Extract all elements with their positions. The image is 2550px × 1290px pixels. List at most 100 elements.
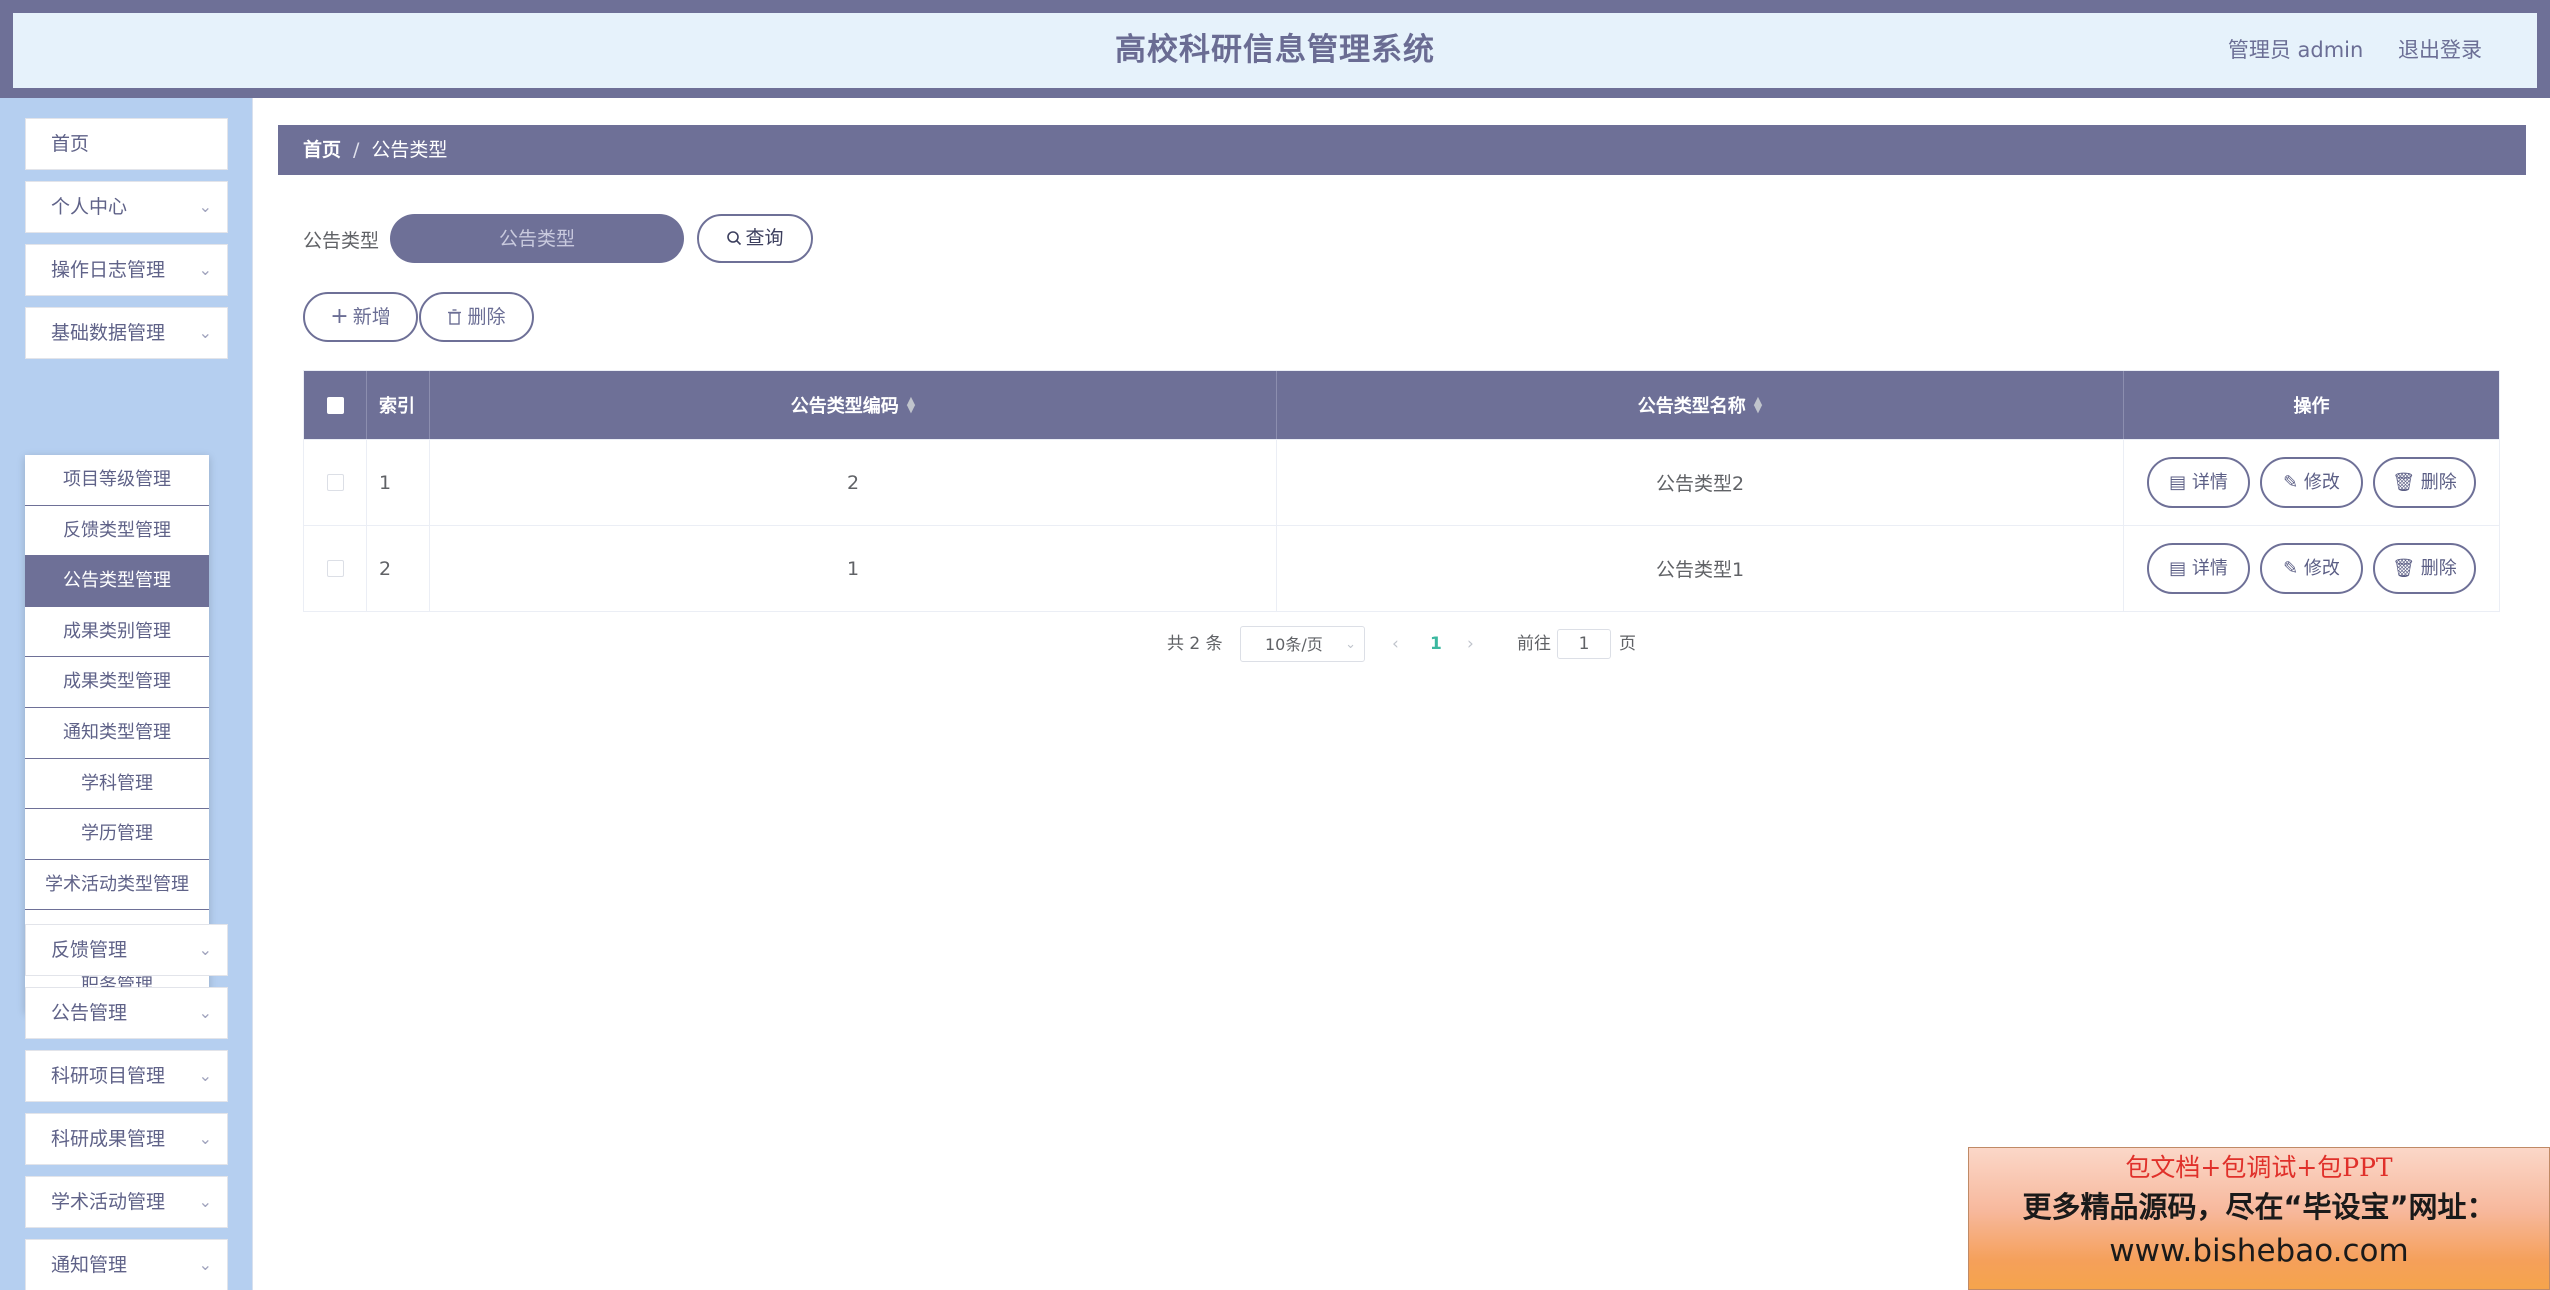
cell-code: 1 xyxy=(430,526,1277,611)
detail-button[interactable]: ▤ 详情 xyxy=(2147,543,2250,594)
sidebar: 首页 个人中心 ⌄ 操作日志管理 ⌄ 基础数据管理 ⌄ 项目等级管理 反馈类型管… xyxy=(0,98,253,1290)
document-icon: ▤ xyxy=(2169,558,2192,579)
sidebar-item-label: 操作日志管理 xyxy=(51,259,166,281)
chevron-down-icon: ⌄ xyxy=(198,260,212,279)
delete-button[interactable]: 🗑 删除 xyxy=(2373,457,2476,508)
column-header-ops: 操作 xyxy=(2293,396,2330,417)
detail-button-label: 详情 xyxy=(2191,558,2228,579)
next-page-icon[interactable]: › xyxy=(1467,626,1474,662)
header-user-area: 管理员 admin 退出登录 xyxy=(2200,13,2482,88)
table-row: 2 1 公告类型1 ▤ 详情 ✎ 修改 🗑 删除 xyxy=(304,525,2499,611)
sidebar-item-feedback[interactable]: 反馈管理 ⌄ xyxy=(25,924,228,976)
column-header-index: 索引 xyxy=(367,371,430,439)
sidebar-item-label: 个人中心 xyxy=(51,196,128,218)
chevron-down-icon: ⌄ xyxy=(1345,637,1356,652)
cell-code: 2 xyxy=(430,440,1277,525)
sidebar-item-notice[interactable]: 公告管理 ⌄ xyxy=(25,987,228,1039)
plus-icon: + xyxy=(330,304,349,329)
page-number-current[interactable]: 1 xyxy=(1430,626,1442,662)
breadcrumb-home[interactable]: 首页 xyxy=(303,139,341,161)
edit-button-label: 修改 xyxy=(2303,558,2340,579)
goto-page-input[interactable]: 1 xyxy=(1557,629,1611,659)
add-button-label: 新增 xyxy=(352,306,391,328)
table-row: 1 2 公告类型2 ▤ 详情 ✎ 修改 🗑 删除 xyxy=(304,439,2499,525)
table-header: 索引 公告类型编码 ▲ ▼ 公告类型名称 ▲ ▼ 操作 xyxy=(304,371,2499,439)
submenu-item-achievement-category[interactable]: 成果类别管理 xyxy=(25,607,209,658)
select-all-checkbox[interactable] xyxy=(326,396,344,414)
batch-delete-button[interactable]: 删除 xyxy=(419,292,534,342)
cell-actions: ▤ 详情 ✎ 修改 🗑 删除 xyxy=(2124,526,2499,611)
trash-icon: 🗑 xyxy=(2392,472,2421,493)
trash-icon: 🗑 xyxy=(2392,558,2421,579)
top-header: 高校科研信息管理系统 管理员 admin 退出登录 xyxy=(0,0,2550,98)
chevron-down-icon: ⌄ xyxy=(198,1003,212,1022)
sort-icon[interactable]: ▲ ▼ xyxy=(1754,395,1762,414)
submenu-item-notification-type[interactable]: 通知类型管理 xyxy=(25,708,209,759)
notice-type-search-input[interactable] xyxy=(390,214,684,263)
batch-delete-label: 删除 xyxy=(467,306,506,328)
sidebar-item-research-project[interactable]: 科研项目管理 ⌄ xyxy=(25,1050,228,1102)
row-checkbox[interactable] xyxy=(326,474,344,491)
page-size-value: 10条/页 xyxy=(1265,635,1323,654)
delete-button-label: 删除 xyxy=(2420,558,2457,579)
cell-name: 公告类型1 xyxy=(1277,526,2124,611)
chevron-down-icon: ⌄ xyxy=(198,940,212,959)
promo-line-2: 更多精品源码，尽在“毕设宝”网址： xyxy=(2022,1190,2496,1224)
sidebar-item-basic-data[interactable]: 基础数据管理 ⌄ xyxy=(25,307,228,359)
edit-button[interactable]: ✎ 修改 xyxy=(2260,457,2363,508)
chevron-down-icon: ⌄ xyxy=(198,1192,212,1211)
prev-page-icon[interactable]: ‹ xyxy=(1392,626,1399,662)
sidebar-item-notification[interactable]: 通知管理 ⌄ xyxy=(25,1239,228,1290)
submenu-item-achievement-type[interactable]: 成果类型管理 xyxy=(25,657,209,708)
sidebar-item-label: 科研成果管理 xyxy=(51,1128,166,1150)
query-button[interactable]: 查询 xyxy=(697,214,813,263)
pagination-total: 共 2 条 xyxy=(1167,634,1223,654)
submenu-item-project-level[interactable]: 项目等级管理 xyxy=(25,455,209,506)
edit-icon: ✎ xyxy=(2283,558,2304,579)
cell-name: 公告类型2 xyxy=(1277,440,2124,525)
column-header-code[interactable]: 公告类型编码 ▲ ▼ xyxy=(430,371,1277,439)
row-check-cell xyxy=(304,526,367,611)
edit-icon: ✎ xyxy=(2283,472,2304,493)
current-user-label: 管理员 admin xyxy=(2227,38,2364,62)
submenu-item-academic-activity-type[interactable]: 学术活动类型管理 xyxy=(25,860,209,911)
row-check-cell xyxy=(304,440,367,525)
add-button[interactable]: + 新增 xyxy=(303,292,418,342)
delete-button[interactable]: 🗑 删除 xyxy=(2373,543,2476,594)
sidebar-item-label: 学术活动管理 xyxy=(51,1191,166,1213)
select-all-cell xyxy=(304,371,367,439)
sidebar-item-operation-log[interactable]: 操作日志管理 ⌄ xyxy=(25,244,228,296)
detail-button-label: 详情 xyxy=(2191,472,2228,493)
promo-line-1: 包文档+包调试+包PPT xyxy=(2125,1153,2393,1182)
edit-button-label: 修改 xyxy=(2303,472,2340,493)
submenu-item-discipline[interactable]: 学科管理 xyxy=(25,759,209,810)
chevron-down-icon: ⌄ xyxy=(198,1129,212,1148)
sidebar-item-label: 科研项目管理 xyxy=(51,1065,166,1087)
sort-icon[interactable]: ▲ ▼ xyxy=(907,395,915,414)
sidebar-item-personal-center[interactable]: 个人中心 ⌄ xyxy=(25,181,228,233)
edit-button[interactable]: ✎ 修改 xyxy=(2260,543,2363,594)
page-size-select[interactable]: 10条/页 ⌄ xyxy=(1240,626,1365,662)
promo-banner[interactable]: 包文档+包调试+包PPT 更多精品源码，尽在“毕设宝”网址： www.bishe… xyxy=(1968,1147,2550,1290)
column-header-name[interactable]: 公告类型名称 ▲ ▼ xyxy=(1277,371,2124,439)
goto-label: 前往 xyxy=(1517,634,1551,654)
sidebar-item-research-achievement[interactable]: 科研成果管理 ⌄ xyxy=(25,1113,228,1165)
cell-index: 1 xyxy=(367,440,430,525)
sidebar-item-home[interactable]: 首页 xyxy=(25,118,228,170)
chevron-down-icon: ⌄ xyxy=(198,197,212,216)
header-panel: 高校科研信息管理系统 管理员 admin 退出登录 xyxy=(13,13,2537,88)
detail-button[interactable]: ▤ 详情 xyxy=(2147,457,2250,508)
submenu-item-notice-type[interactable]: 公告类型管理 xyxy=(25,556,209,607)
submenu-item-education[interactable]: 学历管理 xyxy=(25,809,209,860)
submenu-item-feedback-type[interactable]: 反馈类型管理 xyxy=(25,506,209,557)
trash-icon xyxy=(448,309,462,325)
cell-actions: ▤ 详情 ✎ 修改 🗑 删除 xyxy=(2124,440,2499,525)
sidebar-item-label: 基础数据管理 xyxy=(51,322,166,344)
chevron-down-icon: ⌄ xyxy=(198,323,212,342)
document-icon: ▤ xyxy=(2169,472,2192,493)
row-checkbox[interactable] xyxy=(326,560,344,577)
sidebar-item-academic-activity[interactable]: 学术活动管理 ⌄ xyxy=(25,1176,228,1228)
logout-link[interactable]: 退出登录 xyxy=(2398,38,2482,62)
app-title: 高校科研信息管理系统 xyxy=(1115,32,1435,68)
search-icon xyxy=(727,231,742,246)
